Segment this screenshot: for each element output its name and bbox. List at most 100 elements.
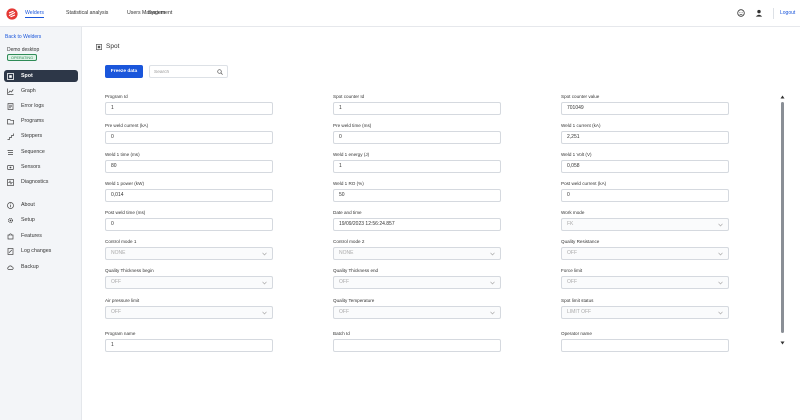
diagnostics-icon [7, 178, 14, 186]
select-quality-temperature[interactable]: OFF [333, 306, 501, 319]
device-name: Demo desktop [7, 47, 40, 53]
sidebar-item-about[interactable]: About [4, 199, 78, 211]
field-label: Program name [105, 331, 136, 336]
field-label: Spot counter value [561, 94, 600, 99]
search-icon[interactable] [217, 69, 223, 75]
sidebar-item-label: Sequence [21, 149, 45, 155]
field-value: 1 [339, 163, 342, 169]
input-date-and-time[interactable]: 19/09/2023 12:56:24.857 [333, 218, 501, 231]
select-quality-thickness-begin[interactable]: OFF [105, 276, 273, 289]
input-weld-1-power-kw[interactable]: 0,014 [105, 189, 273, 202]
scroll-up-icon[interactable] [780, 95, 785, 99]
field-label: Pre weld time (ms) [333, 123, 372, 128]
field-spot-limit-status: Spot limit status LIMIT OFF [561, 298, 729, 319]
search-input[interactable] [154, 69, 214, 76]
help-face-icon[interactable] [737, 9, 745, 17]
input-batch-id[interactable] [333, 339, 501, 352]
sidebar-item-steppers[interactable]: Steppers [4, 130, 78, 142]
field-label: Date and time [333, 210, 362, 215]
sidebar-item-sensors[interactable]: Sensors [4, 161, 78, 173]
chevron-down-icon [718, 281, 723, 285]
puzzle-icon [7, 233, 14, 239]
field-force-limit: Force limit OFF [561, 268, 729, 289]
sidebar-item-log-changes[interactable]: Log changes [4, 245, 78, 257]
sidebar-item-label: Steppers [21, 133, 43, 139]
sidebar-item-features[interactable]: Features [4, 230, 78, 242]
sidebar-item-diagnostics[interactable]: Diagnostics [4, 176, 78, 188]
tab-statistical-analysis[interactable]: Statistical analysis [66, 10, 108, 16]
select-work-mode[interactable]: FK [561, 218, 729, 231]
sidebar-item-label: Error logs [21, 103, 44, 109]
sidebar-item-sequence[interactable]: Sequence [4, 146, 78, 158]
sidebar-item-backup[interactable]: Backup [4, 261, 78, 273]
scrollbar-thumb[interactable] [781, 102, 784, 333]
spot-icon [7, 72, 14, 80]
search-box [149, 65, 228, 78]
field-label: Spot counter Id [333, 94, 365, 99]
field-value: NONE [111, 250, 126, 256]
input-post-weld-current-ka[interactable]: 0 [561, 189, 729, 202]
chevron-down-icon [718, 311, 723, 315]
field-value: OFF [339, 279, 349, 285]
input-weld-1-current-ka[interactable]: 2,251 [561, 131, 729, 144]
sidebar-item-error-logs[interactable]: Error logs [4, 100, 78, 112]
field-weld-1-energy-j: Weld 1 energy (J) 1 [333, 152, 501, 173]
folder-icon [7, 118, 14, 124]
input-pre-weld-time-ms[interactable]: 0 [333, 131, 501, 144]
brand-logo-icon[interactable] [6, 8, 18, 20]
field-control-mode-2: Control mode 2 NONE [333, 239, 501, 260]
field-label: Weld 1 time (ms) [105, 152, 140, 157]
input-post-weld-time-ms[interactable]: 0 [105, 218, 273, 231]
gear-icon [8, 217, 13, 223]
sidebar-item-setup[interactable]: Setup [4, 214, 78, 226]
sidebar-item-programs[interactable]: Programs [4, 115, 78, 127]
select-force-limit[interactable]: OFF [561, 276, 729, 289]
tab-system[interactable]: System [148, 10, 165, 16]
field-weld-1-time-ms: Weld 1 time (ms) 80 [105, 152, 273, 173]
input-weld-1-time-ms[interactable]: 80 [105, 160, 273, 173]
field-operator-name: Operator name [561, 331, 729, 352]
sidebar-item-label: Diagnostics [21, 179, 49, 185]
sidebar-item-spot[interactable]: Spot [4, 70, 78, 82]
input-weld-1-energy-j[interactable]: 1 [333, 160, 501, 173]
field-post-weld-time-ms: Post weld time (ms) 0 [105, 210, 273, 231]
field-label: Pre weld current (kA) [105, 123, 149, 128]
field-value: OFF [111, 279, 121, 285]
select-air-pressure-limit[interactable]: OFF [105, 306, 273, 319]
input-program-name[interactable]: 1 [105, 339, 273, 352]
field-value: OFF [111, 309, 121, 315]
select-control-mode-1[interactable]: NONE [105, 247, 273, 260]
chevron-down-icon [262, 311, 267, 315]
select-control-mode-2[interactable]: NONE [333, 247, 501, 260]
freeze-data-button[interactable]: Freeze data [105, 65, 143, 78]
back-to-welders-link[interactable]: Back to Welders [5, 34, 41, 40]
steppers-icon [7, 133, 14, 140]
logout-link[interactable]: Logout [780, 10, 795, 16]
input-spot-counter-value[interactable]: 701049 [561, 102, 729, 115]
field-label: Weld 1 RO (%) [333, 181, 364, 186]
field-label: Post weld current (kA) [561, 181, 607, 186]
input-program-id[interactable]: 1 [105, 102, 273, 115]
input-operator-name[interactable] [561, 339, 729, 352]
select-quality-resistance[interactable]: OFF [561, 247, 729, 260]
field-weld-1-power-kw: Weld 1 power (kW) 0,014 [105, 181, 273, 202]
select-spot-limit-status[interactable]: LIMIT OFF [561, 306, 729, 319]
field-post-weld-current-ka: Post weld current (kA) 0 [561, 181, 729, 202]
field-label: Weld 1 Volt (V) [561, 152, 592, 157]
field-value: 1 [339, 105, 342, 111]
input-pre-weld-current-ka[interactable]: 0 [105, 131, 273, 144]
input-weld-1-ro[interactable]: 50 [333, 189, 501, 202]
input-weld-1-volt-v[interactable]: 0,058 [561, 160, 729, 173]
field-quality-thickness-begin: Quality Thickness begin OFF [105, 268, 273, 289]
select-quality-thickness-end[interactable]: OFF [333, 276, 501, 289]
input-spot-counter-id[interactable]: 1 [333, 102, 501, 115]
scroll-down-icon[interactable] [780, 341, 785, 345]
field-label: Weld 1 power (kW) [105, 181, 144, 186]
sidebar-item-graph[interactable]: Graph [4, 85, 78, 97]
field-label: Force limit [561, 268, 583, 273]
info-icon [7, 201, 14, 209]
user-icon[interactable] [755, 9, 763, 17]
tab-welders[interactable]: Welders [25, 10, 44, 18]
sidebar-item-label: Backup [21, 264, 39, 270]
form-scrollbar[interactable] [780, 95, 786, 348]
